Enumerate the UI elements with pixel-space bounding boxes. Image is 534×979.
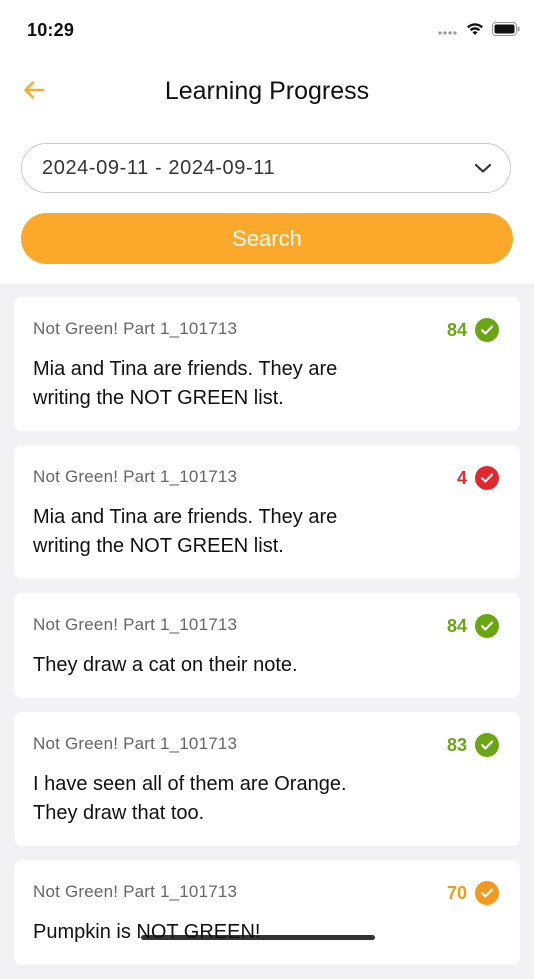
record-score: 84 [446, 615, 467, 636]
page-title: Learning Progress [164, 77, 370, 105]
date-range-select[interactable]: 2024-09-11 - 2024-09-11 [21, 143, 511, 193]
record-card[interactable]: Not Green! Part 1_101713 Mia and Tina ar… [14, 445, 520, 579]
record-title: Not Green! Part 1_101713 [33, 615, 238, 634]
search-button[interactable]: Search [21, 213, 513, 264]
record-score: 84 [446, 319, 467, 340]
home-indicator [141, 935, 375, 940]
score-badge: 83 [447, 733, 499, 757]
score-badge: 4 [457, 466, 499, 490]
check-circle-icon [475, 318, 499, 342]
record-card[interactable]: Not Green! Part 1_101713 They draw a cat… [14, 593, 520, 698]
record-list: Not Green! Part 1_101713 Mia and Tina ar… [14, 297, 520, 979]
record-card[interactable]: Not Green! Part 1_101713 Pumpkin is NOT … [14, 860, 520, 965]
record-title: Not Green! Part 1_101713 [33, 319, 238, 338]
header-area: 10:29 Learning Progress 2024-09-11 - 202… [0, 0, 534, 284]
wifi-icon [466, 22, 484, 41]
check-circle-icon [475, 466, 499, 490]
record-title: Not Green! Part 1_101713 [33, 734, 238, 753]
date-range-value: 2024-09-11 - 2024-09-11 [42, 157, 276, 179]
status-time: 10:29 [27, 20, 75, 40]
check-circle-icon [475, 733, 499, 757]
record-text: Mia and Tina are friends. They are writi… [33, 358, 338, 409]
record-text: Pumpkin is NOT GREEN! [33, 921, 261, 943]
record-text: I have seen all of them are Orange. They… [33, 773, 347, 824]
record-card[interactable]: Not Green! Part 1_101713 Mia and Tina ar… [14, 297, 520, 431]
check-circle-icon [475, 881, 499, 905]
battery-icon [492, 22, 520, 41]
record-score: 70 [446, 882, 467, 903]
record-title: Not Green! Part 1_101713 [33, 882, 238, 901]
record-text: They draw a cat on their note. [33, 654, 298, 676]
signal-icon [438, 23, 458, 41]
score-badge: 84 [447, 614, 499, 638]
record-text: Mia and Tina are friends. They are writi… [33, 506, 338, 557]
record-card[interactable]: Not Green! Part 1_101713 I have seen all… [14, 712, 520, 846]
score-badge: 84 [447, 318, 499, 342]
record-score: 83 [446, 734, 467, 755]
chevron-down-icon [474, 161, 492, 179]
check-circle-icon [475, 614, 499, 638]
status-bar: 10:29 [0, 0, 534, 60]
record-title: Not Green! Part 1_101713 [33, 467, 238, 486]
status-icons [438, 22, 520, 41]
score-badge: 70 [447, 881, 499, 905]
record-score: 4 [456, 467, 467, 488]
